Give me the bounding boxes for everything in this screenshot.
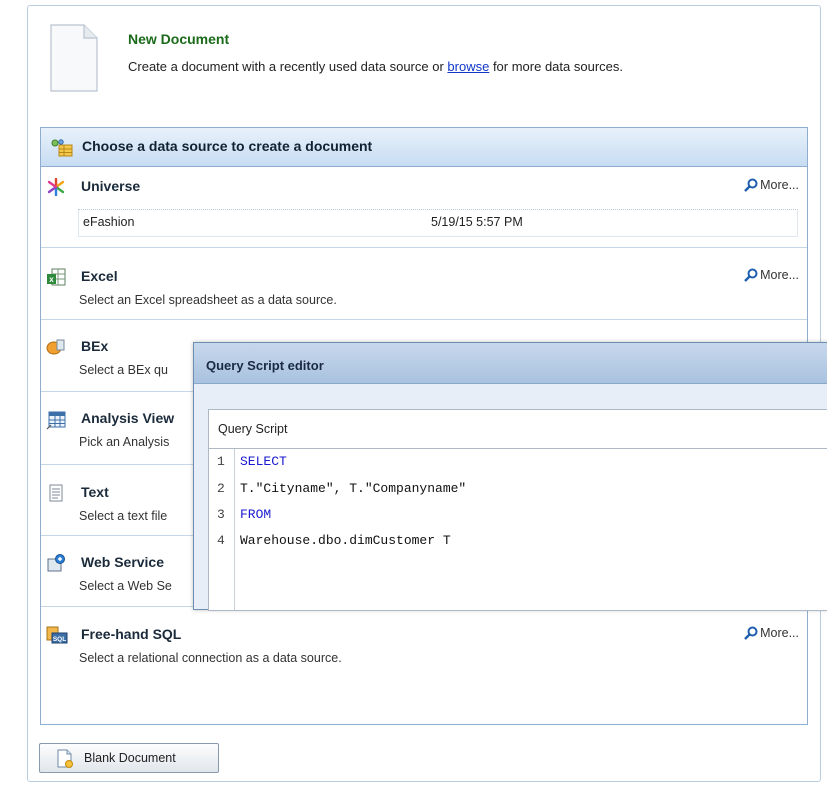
- code-editor[interactable]: 1 SELECT 2 T."Cityname", T."Companyname"…: [209, 449, 827, 610]
- excel-icon: x: [47, 268, 66, 286]
- dialog-title: Query Script editor: [206, 358, 324, 373]
- source-description: Select a Web Se: [79, 579, 172, 593]
- query-script-section: Query Script 1 SELECT 2 T."Cityname", T.…: [208, 409, 827, 611]
- source-description: Select a relational connection as a data…: [79, 651, 342, 665]
- source-name: Analysis View: [81, 410, 175, 426]
- magnifier-icon: [744, 626, 758, 640]
- new-document-icon: [50, 24, 98, 92]
- sql-more-link[interactable]: More...: [744, 626, 799, 640]
- source-description: Select a BEx qu: [79, 363, 168, 377]
- universe-more-link[interactable]: More...: [744, 178, 799, 192]
- query-script-header: Query Script: [209, 410, 827, 449]
- recent-universe-name: eFashion: [83, 215, 135, 229]
- sql-icon: SQL: [46, 626, 68, 644]
- query-script-label: Query Script: [218, 422, 288, 436]
- divider: [41, 247, 807, 248]
- line-number: 3: [217, 507, 225, 522]
- source-description: Pick an Analysis: [79, 435, 170, 449]
- magnifier-icon: [744, 178, 758, 192]
- universe-icon: [47, 178, 65, 196]
- code-text: Warehouse.dbo.dimCustomer T: [240, 533, 451, 548]
- browse-link[interactable]: browse: [447, 59, 489, 74]
- data-source-icon: [51, 139, 73, 157]
- bex-icon: [46, 339, 65, 355]
- query-script-editor-dialog: Query Script editor Query Script 1 SELEC…: [193, 342, 827, 611]
- source-name: Universe: [81, 178, 141, 194]
- divider: [41, 319, 807, 320]
- svg-text:SQL: SQL: [53, 636, 66, 643]
- panel-header: Choose a data source to create a documen…: [41, 128, 807, 167]
- magnifier-icon: [744, 268, 758, 282]
- web-service-icon: [47, 554, 65, 572]
- recent-universe-row[interactable]: eFashion 5/19/15 5:57 PM: [78, 209, 798, 237]
- source-description: Select an Excel spreadsheet as a data so…: [79, 293, 337, 307]
- analysis-view-icon: [46, 411, 66, 430]
- line-number: 4: [217, 533, 225, 548]
- code-text: FROM: [240, 507, 272, 522]
- source-name: Text: [81, 484, 109, 500]
- text-file-icon: [49, 484, 63, 502]
- code-text: T."Cityname", T."Companyname": [240, 481, 467, 496]
- source-name: Excel: [81, 268, 118, 284]
- excel-more-link[interactable]: More...: [744, 268, 799, 282]
- blank-document-button[interactable]: Blank Document: [39, 743, 219, 773]
- source-name: Free-hand SQL: [81, 626, 182, 642]
- line-number: 1: [217, 454, 225, 469]
- source-description: Select a text file: [79, 509, 168, 523]
- new-document-description: Create a document with a recently used d…: [128, 59, 623, 74]
- source-name: BEx: [81, 338, 109, 354]
- new-document-title: New Document: [128, 31, 230, 47]
- blank-document-icon: [57, 749, 73, 768]
- blank-document-label: Blank Document: [84, 751, 176, 765]
- line-number: 2: [217, 481, 225, 496]
- panel-title: Choose a data source to create a documen…: [82, 138, 373, 154]
- code-text: SELECT: [240, 454, 287, 469]
- recent-universe-date: 5/19/15 5:57 PM: [431, 215, 523, 229]
- svg-text:x: x: [49, 275, 54, 284]
- source-name: Web Service: [81, 554, 165, 570]
- dialog-title-bar[interactable]: Query Script editor: [194, 343, 827, 384]
